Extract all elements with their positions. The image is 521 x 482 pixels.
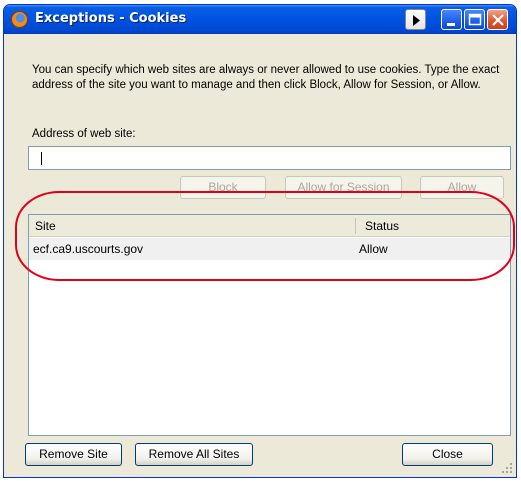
close-window-button[interactable] [487, 9, 508, 30]
list-header: Site Status [29, 215, 510, 237]
play-arrow-icon [413, 15, 420, 26]
menu-arrow-button[interactable] [405, 9, 426, 30]
minimize-icon [447, 23, 455, 26]
text-caret [41, 152, 42, 165]
site-cell: ecf.ca9.uscourts.gov [33, 242, 144, 256]
resize-grip-icon[interactable] [501, 462, 513, 474]
exceptions-list[interactable]: Site Status ecf.ca9.uscourts.gov Allow [28, 214, 511, 436]
block-button[interactable]: Block [180, 176, 266, 199]
close-button[interactable]: Close [402, 443, 493, 466]
allow-for-session-button[interactable]: Allow for Session [285, 176, 402, 199]
address-label: Address of web site: [32, 128, 136, 140]
exceptions-dialog: Exceptions - Cookies You can specify whi… [3, 4, 517, 478]
address-input[interactable] [28, 146, 511, 170]
table-row[interactable]: ecf.ca9.uscourts.gov Allow [29, 238, 510, 260]
firefox-icon [11, 11, 28, 28]
maximize-button[interactable] [464, 9, 485, 30]
maximize-icon [468, 13, 482, 26]
status-cell: Allow [359, 242, 388, 256]
title-bar[interactable]: Exceptions - Cookies [4, 5, 516, 34]
column-header-status[interactable]: Status [365, 219, 399, 233]
close-button-label: Close [432, 447, 463, 461]
intro-text: You can specify which web sites are alwa… [32, 64, 500, 91]
remove-site-label: Remove Site [39, 447, 108, 461]
column-header-site[interactable]: Site [35, 219, 56, 233]
close-icon [492, 14, 504, 26]
window-title: Exceptions - Cookies [35, 11, 187, 26]
remove-all-sites-button[interactable]: Remove All Sites [135, 443, 253, 466]
remove-site-button[interactable]: Remove Site [25, 443, 122, 466]
allow-button[interactable]: Allow [420, 176, 504, 199]
minimize-button[interactable] [441, 9, 462, 30]
remove-all-sites-label: Remove All Sites [148, 447, 240, 461]
column-separator[interactable] [355, 218, 356, 234]
